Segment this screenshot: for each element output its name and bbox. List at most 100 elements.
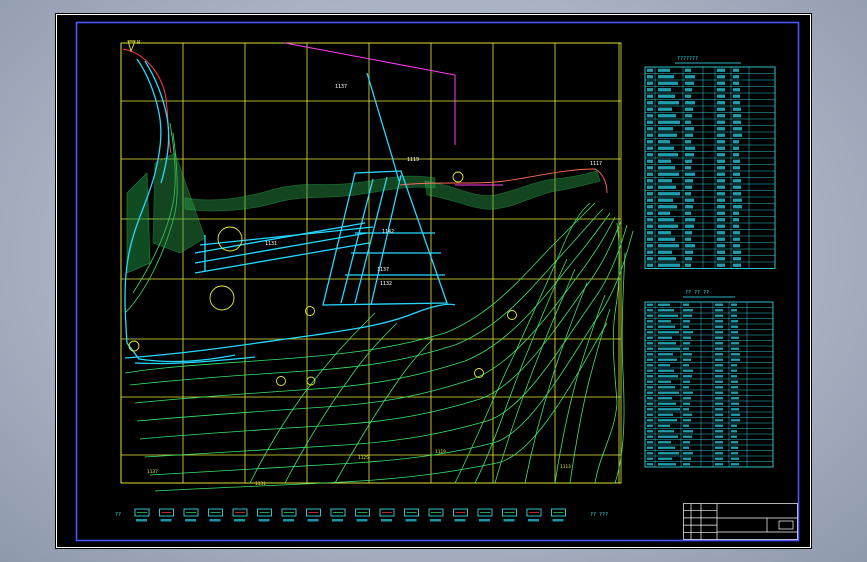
table-cell-text — [647, 88, 653, 92]
title-block — [683, 503, 798, 540]
table-cell-text — [717, 159, 725, 163]
table-cell-text — [683, 314, 692, 317]
table-cell-text — [647, 441, 653, 444]
table-cell-text — [647, 325, 653, 328]
table-cell-text — [647, 353, 653, 356]
table-cell-text — [647, 424, 653, 427]
table-cell-text — [683, 430, 693, 433]
elevation-label-5: 1113 — [560, 464, 571, 470]
table-cell-text — [647, 133, 653, 137]
table-cell-text — [658, 153, 678, 157]
table-cell-text — [658, 408, 680, 411]
table-cell-text — [731, 320, 738, 323]
table-cell-text — [685, 133, 693, 137]
north-arrow-icon: N — [127, 40, 140, 53]
table-cell-text — [647, 140, 653, 144]
table-cell-text — [715, 457, 723, 460]
table-cell-text — [658, 94, 675, 98]
table-cell-text — [733, 205, 742, 209]
table-cell-text — [658, 441, 671, 444]
table-cell-text — [715, 380, 723, 383]
table-cell-text — [715, 430, 723, 433]
table-cell-text — [658, 347, 680, 350]
legend-label — [528, 519, 539, 522]
table-cell-text — [731, 331, 738, 334]
legend-label — [136, 519, 147, 522]
table-cell-text — [733, 133, 742, 137]
table-cell-text — [647, 380, 653, 383]
table-cell-text — [715, 375, 723, 378]
table-cell-text — [647, 179, 653, 183]
table-cell-text — [647, 457, 653, 460]
table-cell-text — [647, 309, 653, 312]
table-cell-text — [685, 107, 693, 111]
table-cell-text — [647, 127, 653, 131]
table-cell-text — [658, 211, 670, 215]
table-cell-text — [658, 402, 676, 405]
table-cell-text — [717, 250, 725, 254]
table-cell-text — [647, 114, 653, 118]
table-cell-text — [717, 107, 725, 111]
table-cell-text — [715, 325, 723, 328]
table-cell-text — [685, 198, 694, 202]
table-cell-text — [731, 342, 739, 345]
table-cell-text — [658, 320, 671, 323]
table-cell-text — [683, 347, 689, 350]
drawing-sheet[interactable]: 1137 1119 1142 1137 1132 1131 1117 1137 … — [55, 13, 812, 549]
table-cell-text — [683, 408, 689, 411]
table-cell-text — [683, 419, 691, 422]
table-cell-text — [658, 452, 679, 455]
table-cell-text — [733, 101, 740, 105]
table-cell-text — [683, 303, 689, 306]
table-cell-text — [658, 172, 679, 176]
table-cell-text — [647, 153, 653, 157]
table-cell-text — [717, 146, 725, 150]
table-cell-text — [717, 218, 725, 222]
table-cell-text — [733, 185, 741, 189]
table-cell-text — [647, 364, 653, 367]
table-cell-text — [647, 146, 653, 150]
table-cell-text — [647, 386, 653, 389]
drawing-frame — [75, 21, 800, 542]
table-cell-text — [685, 140, 691, 144]
legend-label — [356, 519, 368, 522]
table-cell-text — [717, 120, 725, 124]
table-cell-text — [647, 172, 653, 176]
table-cell-text — [731, 402, 739, 405]
table-cell-text — [731, 408, 739, 411]
table-cell-text — [717, 263, 725, 267]
table-cell-text — [715, 413, 723, 416]
table-cell-text — [647, 314, 653, 317]
table-cell-text — [647, 369, 653, 372]
table-cell-text — [717, 257, 725, 261]
table-cell-text — [733, 120, 741, 124]
table-cell-text — [715, 369, 723, 372]
table-cell-text — [715, 391, 723, 394]
table-cell-text — [658, 250, 672, 254]
table-cell-text — [715, 353, 723, 356]
table-cell-text — [658, 179, 672, 183]
table-cell-text — [647, 198, 653, 202]
table-cell-text — [658, 303, 670, 306]
table-cell-text — [647, 331, 653, 334]
table-cell-text — [685, 224, 694, 228]
legend-label — [185, 519, 196, 522]
table-cell-text — [733, 250, 741, 254]
table-cell-text — [647, 375, 653, 378]
table-cell-text — [683, 364, 689, 367]
table-cell-text — [647, 336, 653, 339]
table-cell-text — [658, 364, 670, 367]
table-cell-text — [717, 205, 725, 209]
table-cell-text — [733, 75, 739, 79]
table-cell-text — [715, 463, 723, 466]
table-cell-text — [683, 457, 691, 460]
table-cell-text — [717, 101, 725, 105]
outer-border — [56, 14, 811, 548]
legend-label — [332, 519, 343, 522]
table-cell-text — [731, 397, 739, 400]
table-cell-text — [658, 166, 675, 170]
table-cell-text — [658, 244, 679, 248]
table-cell-text — [658, 457, 672, 460]
table-cell-text — [647, 303, 653, 306]
table-cell-text — [658, 120, 680, 124]
